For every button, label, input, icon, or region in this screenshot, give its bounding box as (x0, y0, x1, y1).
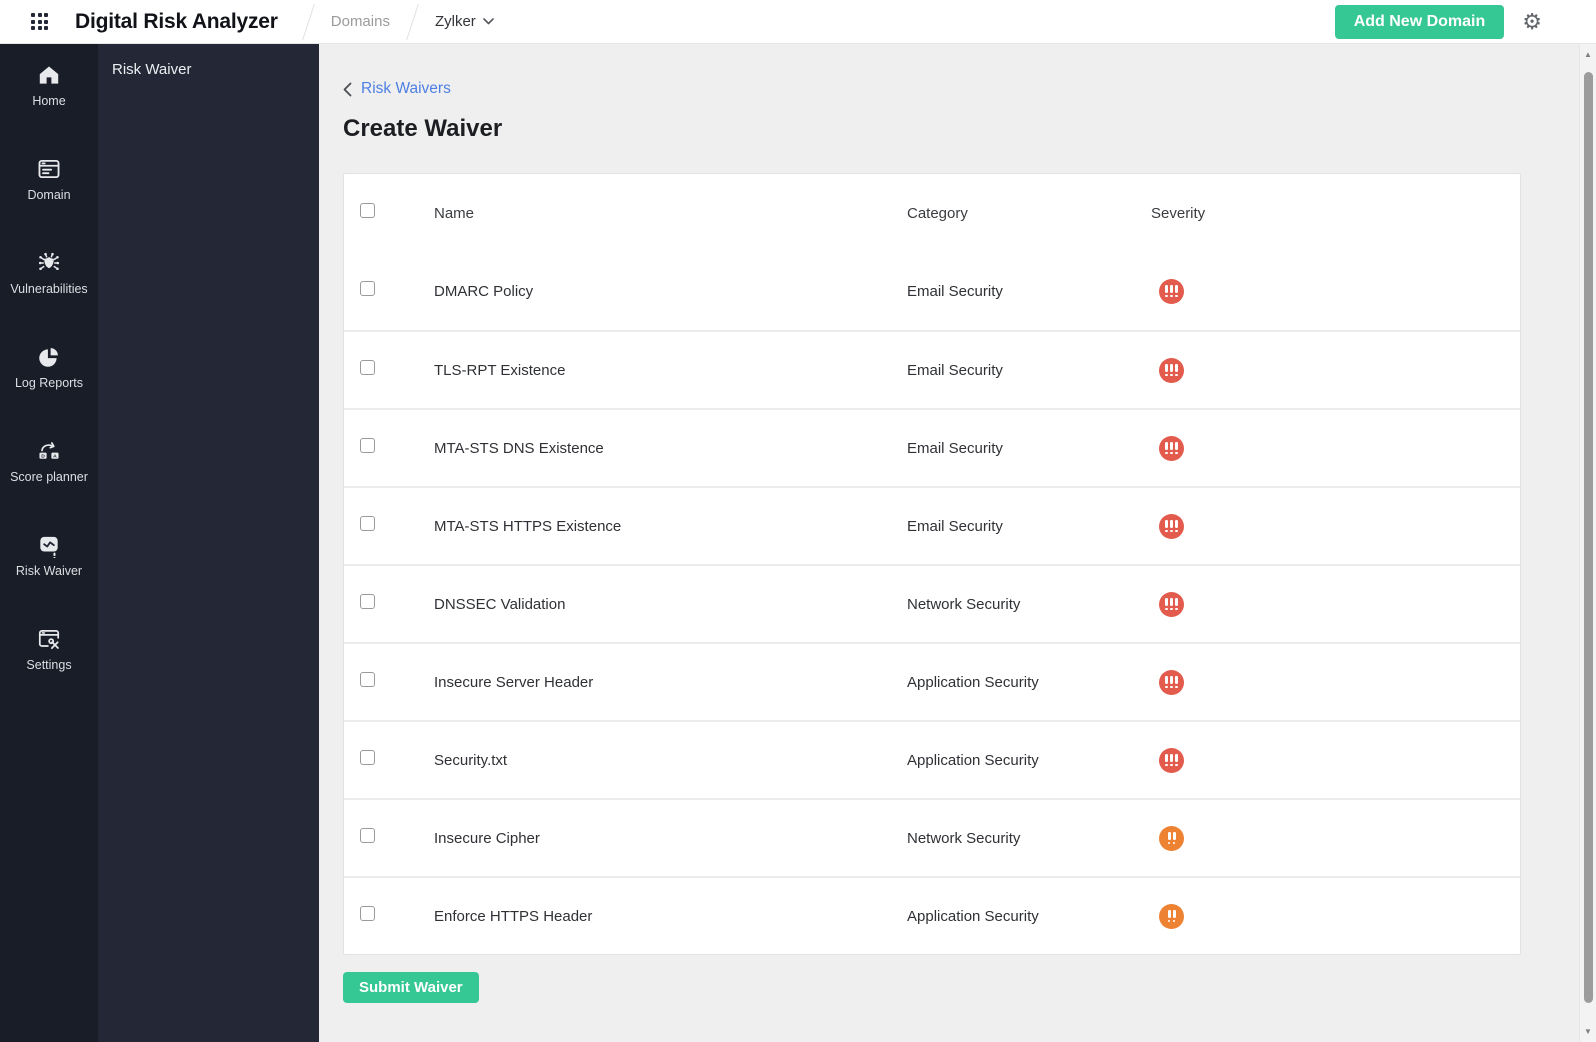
back-link-label: Risk Waivers (361, 80, 451, 97)
row-category: Application Security (907, 751, 1039, 769)
sidebar-item-vulnerabilities[interactable]: Vulnerabilities (0, 240, 98, 334)
select-all-checkbox[interactable] (360, 203, 375, 218)
page-title: Create Waiver (343, 115, 503, 142)
row-checkbox[interactable] (360, 672, 375, 687)
row-category: Email Security (907, 439, 1003, 457)
row-name: Security.txt (434, 751, 508, 769)
sidebar-item-label: Vulnerabilities (10, 282, 88, 296)
row-checkbox[interactable] (360, 438, 375, 453)
sidebar-item-home[interactable]: Home (0, 52, 98, 146)
panel-title: Risk Waiver (112, 61, 192, 78)
row-category: Email Security (907, 517, 1003, 535)
back-link[interactable]: Risk Waivers (343, 80, 451, 98)
sidebar-item-score-planner[interactable]: D A Score planner (0, 428, 98, 522)
row-checkbox[interactable] (360, 281, 375, 296)
severity-icon (1159, 357, 1184, 383)
domain-icon (38, 159, 60, 179)
risk-waiver-icon (40, 536, 58, 558)
breadcrumb-separator (301, 3, 315, 40)
breadcrumb-domains[interactable]: Domains (331, 13, 390, 30)
sidebar-item-settings[interactable]: Settings (0, 616, 98, 710)
row-name: MTA-STS HTTPS Existence (434, 517, 622, 535)
app-launcher-icon[interactable] (31, 13, 48, 30)
sidebar-item-domain[interactable]: Domain (0, 146, 98, 240)
table-row: MTA-STS DNS Existence Email Security (344, 408, 1520, 486)
column-header-severity: Severity (1151, 204, 1206, 222)
table-row: TLS-RPT Existence Email Security (344, 330, 1520, 408)
severity-icon (1159, 513, 1184, 539)
sidebar-item-label: Home (32, 94, 66, 108)
table-header-row: Name Category Severity (344, 174, 1520, 252)
sidebar-item-label: Log Reports (14, 376, 84, 390)
sidebar-item-risk-waiver[interactable]: Risk Waiver (0, 522, 98, 616)
row-checkbox[interactable] (360, 516, 375, 531)
sidebar: Home Domain Vulnerabilities Log Reports … (0, 44, 98, 1042)
top-bar: Digital Risk Analyzer Domains Zylker Add… (0, 0, 1596, 44)
table-row: Security.txt Application Security (344, 720, 1520, 798)
chevron-left-icon (343, 82, 352, 96)
app-title: Digital Risk Analyzer (75, 9, 278, 33)
sidebar-item-label: Domain (27, 188, 71, 202)
scroll-up-arrow-icon[interactable]: ▲ (1580, 50, 1596, 59)
row-name: MTA-STS DNS Existence (434, 439, 604, 457)
sidebar-item-label: Score planner (10, 470, 88, 484)
row-category: Application Security (907, 673, 1039, 691)
row-category: Network Security (907, 595, 1021, 613)
chevron-down-icon (482, 18, 494, 25)
scroll-down-arrow-icon[interactable]: ▼ (1580, 1027, 1596, 1036)
table-row: Enforce HTTPS Header Application Securit… (344, 876, 1520, 954)
main-content: Risk Waivers Create Waiver Name Category… (319, 44, 1596, 1042)
row-checkbox[interactable] (360, 828, 375, 843)
severity-icon (1159, 435, 1184, 461)
severity-icon (1159, 591, 1184, 617)
row-category: Email Security (907, 282, 1003, 300)
row-checkbox[interactable] (360, 906, 375, 921)
severity-icon (1159, 825, 1184, 851)
table-row: Insecure Server Header Application Secur… (344, 642, 1520, 720)
severity-icon (1159, 903, 1184, 929)
sidebar-item-label: Risk Waiver (15, 564, 83, 578)
secondary-panel: Risk Waiver (98, 44, 319, 1042)
row-name: TLS-RPT Existence (434, 361, 566, 379)
sidebar-item-label: Settings (26, 658, 72, 672)
table-row: DNSSEC Validation Network Security (344, 564, 1520, 642)
submit-waiver-button[interactable]: Submit Waiver (343, 972, 479, 1003)
severity-icon (1159, 669, 1184, 695)
domain-selector[interactable]: Zylker (435, 13, 494, 30)
settings-icon (38, 630, 60, 649)
row-name: DMARC Policy (434, 282, 534, 300)
row-checkbox[interactable] (360, 594, 375, 609)
table-body: DMARC Policy Email Security TLS-RPT Exis… (344, 252, 1520, 954)
waiver-table: Name Category Severity DMARC Policy Emai… (343, 173, 1521, 955)
column-header-category: Category (907, 204, 968, 222)
svg-text:A: A (53, 454, 57, 460)
gear-icon[interactable]: ⚙ (1522, 10, 1542, 33)
scrollbar-thumb[interactable] (1583, 72, 1593, 1003)
domain-selector-label: Zylker (434, 13, 476, 30)
row-name: Insecure Server Header (434, 673, 594, 691)
table-row: Insecure Cipher Network Security (344, 798, 1520, 876)
row-category: Email Security (907, 361, 1003, 379)
vulnerabilities-icon (38, 252, 60, 271)
add-new-domain-button[interactable]: Add New Domain (1334, 4, 1505, 39)
log-reports-icon (39, 348, 58, 367)
breadcrumb-separator (406, 3, 419, 40)
score-planner-icon: D A (39, 442, 59, 460)
row-category: Application Security (907, 907, 1039, 925)
home-icon (39, 66, 59, 84)
row-name: Enforce HTTPS Header (434, 907, 593, 925)
table-row: MTA-STS HTTPS Existence Email Security (344, 486, 1520, 564)
severity-icon (1159, 747, 1184, 773)
row-checkbox[interactable] (360, 360, 375, 375)
severity-icon (1159, 278, 1184, 304)
row-checkbox[interactable] (360, 750, 375, 765)
row-name: Insecure Cipher (434, 829, 540, 847)
vertical-scrollbar[interactable]: ▲ ▼ (1579, 44, 1596, 1042)
table-row: DMARC Policy Email Security (344, 252, 1520, 330)
svg-text:D: D (41, 454, 45, 460)
row-name: DNSSEC Validation (434, 595, 566, 613)
column-header-name: Name (434, 204, 475, 222)
sidebar-item-log-reports[interactable]: Log Reports (0, 334, 98, 428)
row-category: Network Security (907, 829, 1021, 847)
